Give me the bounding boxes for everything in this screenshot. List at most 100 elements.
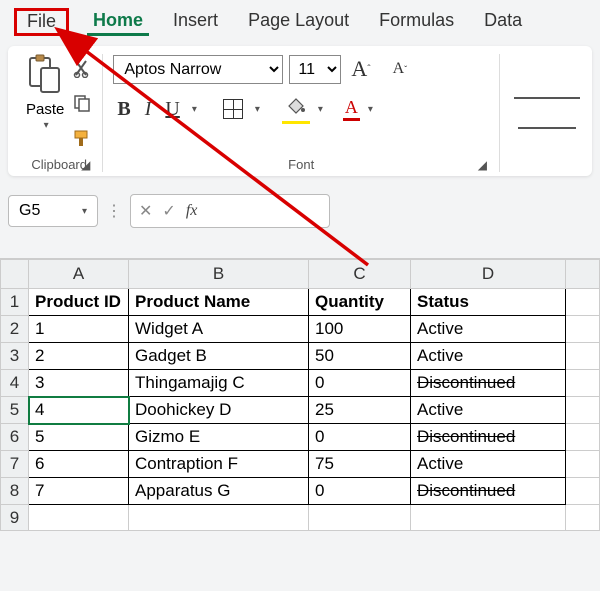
cell[interactable]: [129, 505, 309, 531]
cell[interactable]: [566, 316, 600, 343]
cell[interactable]: [566, 451, 600, 478]
align-top-icon[interactable]: [510, 92, 584, 104]
cell[interactable]: Gizmo E: [129, 424, 309, 451]
clipboard-launcher-icon[interactable]: ◢: [81, 158, 90, 172]
cell[interactable]: 2: [29, 343, 129, 370]
row-header[interactable]: 9: [1, 505, 29, 531]
cell[interactable]: [566, 505, 600, 531]
cell[interactable]: Gadget B: [129, 343, 309, 370]
cell[interactable]: Active: [411, 397, 566, 424]
cell[interactable]: [566, 343, 600, 370]
name-box-dropdown[interactable]: ▾: [82, 206, 87, 217]
fx-icon[interactable]: fx: [186, 202, 198, 220]
cell[interactable]: 6: [29, 451, 129, 478]
group-label-clipboard: Clipboard ◢: [26, 153, 92, 172]
cell[interactable]: 3: [29, 370, 129, 397]
row-header[interactable]: 2: [1, 316, 29, 343]
tab-formulas[interactable]: Formulas: [373, 8, 460, 36]
cell[interactable]: 25: [309, 397, 411, 424]
cell[interactable]: 0: [309, 478, 411, 505]
cell[interactable]: 50: [309, 343, 411, 370]
col-header-d[interactable]: D: [411, 260, 566, 289]
col-header-e[interactable]: [566, 260, 600, 289]
cell[interactable]: 1: [29, 316, 129, 343]
underline-button[interactable]: U: [161, 96, 183, 123]
row-header[interactable]: 3: [1, 343, 29, 370]
shrink-font-button[interactable]: Aˇ: [389, 58, 412, 80]
italic-button[interactable]: I: [141, 96, 156, 123]
row-header[interactable]: 6: [1, 424, 29, 451]
cell[interactable]: Discontinued: [411, 370, 566, 397]
font-size-select[interactable]: 11: [289, 55, 341, 84]
tab-home[interactable]: Home: [87, 8, 149, 36]
dots-icon: ⋮: [102, 201, 126, 221]
fill-color-button[interactable]: [282, 94, 310, 124]
cell[interactable]: [566, 478, 600, 505]
cancel-icon[interactable]: ✕: [139, 201, 152, 221]
tab-page-layout[interactable]: Page Layout: [242, 8, 355, 36]
copy-icon[interactable]: [72, 93, 92, 118]
cut-icon[interactable]: [72, 58, 92, 83]
paste-label[interactable]: Paste: [26, 101, 64, 118]
formula-bar[interactable]: ✕ ✓ fx: [130, 194, 330, 228]
cell[interactable]: 0: [309, 370, 411, 397]
tab-file[interactable]: File: [14, 8, 69, 36]
fill-color-dropdown[interactable]: ▾: [318, 104, 323, 115]
borders-button[interactable]: [219, 97, 247, 121]
col-header-a[interactable]: A: [29, 260, 129, 289]
cell[interactable]: Active: [411, 343, 566, 370]
paint-bucket-icon: [286, 101, 306, 118]
name-box[interactable]: G5 ▾: [8, 195, 98, 227]
cell[interactable]: Product ID: [29, 289, 129, 316]
row-header[interactable]: 5: [1, 397, 29, 424]
tab-insert[interactable]: Insert: [167, 8, 224, 36]
select-all-corner[interactable]: [1, 260, 29, 289]
enter-icon[interactable]: ✓: [162, 201, 175, 221]
paste-icon[interactable]: [27, 54, 63, 99]
borders-dropdown[interactable]: ▾: [255, 104, 260, 115]
cell[interactable]: 4: [29, 397, 129, 424]
paste-dropdown[interactable]: ▾: [44, 120, 49, 131]
cell[interactable]: Doohickey D: [129, 397, 309, 424]
cell[interactable]: Active: [411, 451, 566, 478]
cell[interactable]: Quantity: [309, 289, 411, 316]
cell[interactable]: [566, 370, 600, 397]
cell[interactable]: Discontinued: [411, 424, 566, 451]
col-header-c[interactable]: C: [309, 260, 411, 289]
underline-dropdown[interactable]: ▾: [192, 104, 197, 115]
align-left-icon[interactable]: [510, 122, 584, 134]
cell[interactable]: [29, 505, 129, 531]
cell[interactable]: 100: [309, 316, 411, 343]
cell[interactable]: Contraption F: [129, 451, 309, 478]
cell[interactable]: 7: [29, 478, 129, 505]
row-header[interactable]: 7: [1, 451, 29, 478]
grid[interactable]: A B C D 1Product IDProduct NameQuantityS…: [0, 259, 600, 531]
cell[interactable]: 0: [309, 424, 411, 451]
font-launcher-icon[interactable]: ◢: [478, 158, 487, 172]
cell[interactable]: Active: [411, 316, 566, 343]
cell[interactable]: [411, 505, 566, 531]
cell[interactable]: Widget A: [129, 316, 309, 343]
format-painter-icon[interactable]: [72, 128, 92, 153]
cell[interactable]: [566, 289, 600, 316]
cell[interactable]: Thingamajig C: [129, 370, 309, 397]
row-header[interactable]: 4: [1, 370, 29, 397]
col-header-b[interactable]: B: [129, 260, 309, 289]
cell[interactable]: Product Name: [129, 289, 309, 316]
font-color-dropdown[interactable]: ▾: [368, 104, 373, 115]
tab-data[interactable]: Data: [478, 8, 528, 36]
cell[interactable]: Apparatus G: [129, 478, 309, 505]
font-name-select[interactable]: Aptos Narrow: [113, 55, 283, 84]
cell[interactable]: [566, 397, 600, 424]
font-color-button[interactable]: A: [343, 97, 360, 121]
row-header[interactable]: 1: [1, 289, 29, 316]
grow-font-button[interactable]: Aˆ: [347, 54, 374, 84]
cell[interactable]: 75: [309, 451, 411, 478]
cell[interactable]: Discontinued: [411, 478, 566, 505]
cell[interactable]: [309, 505, 411, 531]
bold-button[interactable]: B: [113, 96, 134, 123]
row-header[interactable]: 8: [1, 478, 29, 505]
cell[interactable]: [566, 424, 600, 451]
cell[interactable]: Status: [411, 289, 566, 316]
cell[interactable]: 5: [29, 424, 129, 451]
